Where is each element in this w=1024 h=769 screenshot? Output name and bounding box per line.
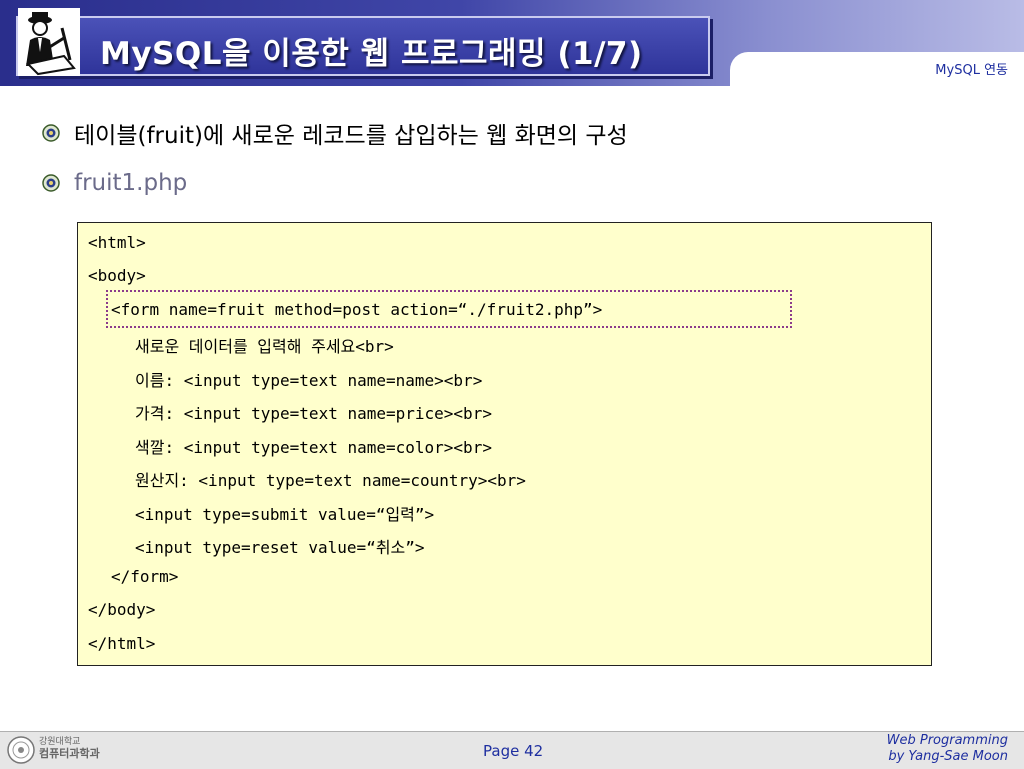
bullet-emblem-icon <box>42 124 60 142</box>
credit-line2: by Yang-Sae Moon <box>888 749 1008 764</box>
credit-line1: Web Programming <box>886 733 1008 748</box>
page-number: Page 42 <box>483 742 544 760</box>
university-logo: 강원대학교 컴퓨터과학과 <box>6 734 100 766</box>
section-label: MySQL 연동 <box>935 63 1008 78</box>
code-line: 색깔: <input type=text name=color><br> <box>135 438 492 457</box>
code-line: <body> <box>88 266 146 285</box>
code-line: </body> <box>88 600 156 619</box>
code-line: <input type=reset value=“취소”> <box>135 538 425 557</box>
code-line: 새로운 데이터를 입력해 주세요<br> <box>135 337 394 356</box>
bullet-emblem-icon <box>42 174 60 192</box>
logo-text-line2: 컴퓨터과학과 <box>39 747 100 760</box>
professor-logo-icon <box>18 8 80 76</box>
code-line: </form> <box>111 567 179 586</box>
page-title: MySQL을 이용한 웹 프로그래밍 (1/7) <box>100 36 643 72</box>
credit: Web Programming by Yang-Sae Moon <box>887 733 1008 765</box>
university-seal-icon <box>7 736 35 764</box>
bullet-text: fruit1.php <box>74 170 188 196</box>
code-line: 이름: <input type=text name=name><br> <box>135 371 483 390</box>
code-line: <html> <box>88 233 146 252</box>
code-line: <form name=fruit method=post action=“./f… <box>111 300 603 319</box>
code-line: 원산지: <input type=text name=country><br> <box>135 471 526 490</box>
bullet-text: 테이블(fruit)에 새로운 레코드를 삽입하는 웹 화면의 구성 <box>74 123 628 149</box>
bullet-item: fruit1.php <box>42 170 187 196</box>
code-line: <input type=submit value=“입력”> <box>135 505 435 524</box>
code-line: </html> <box>88 634 156 653</box>
bullet-item: 테이블(fruit)에 새로운 레코드를 삽입하는 웹 화면의 구성 <box>42 116 628 150</box>
code-line: 가격: <input type=text name=price><br> <box>135 404 492 423</box>
